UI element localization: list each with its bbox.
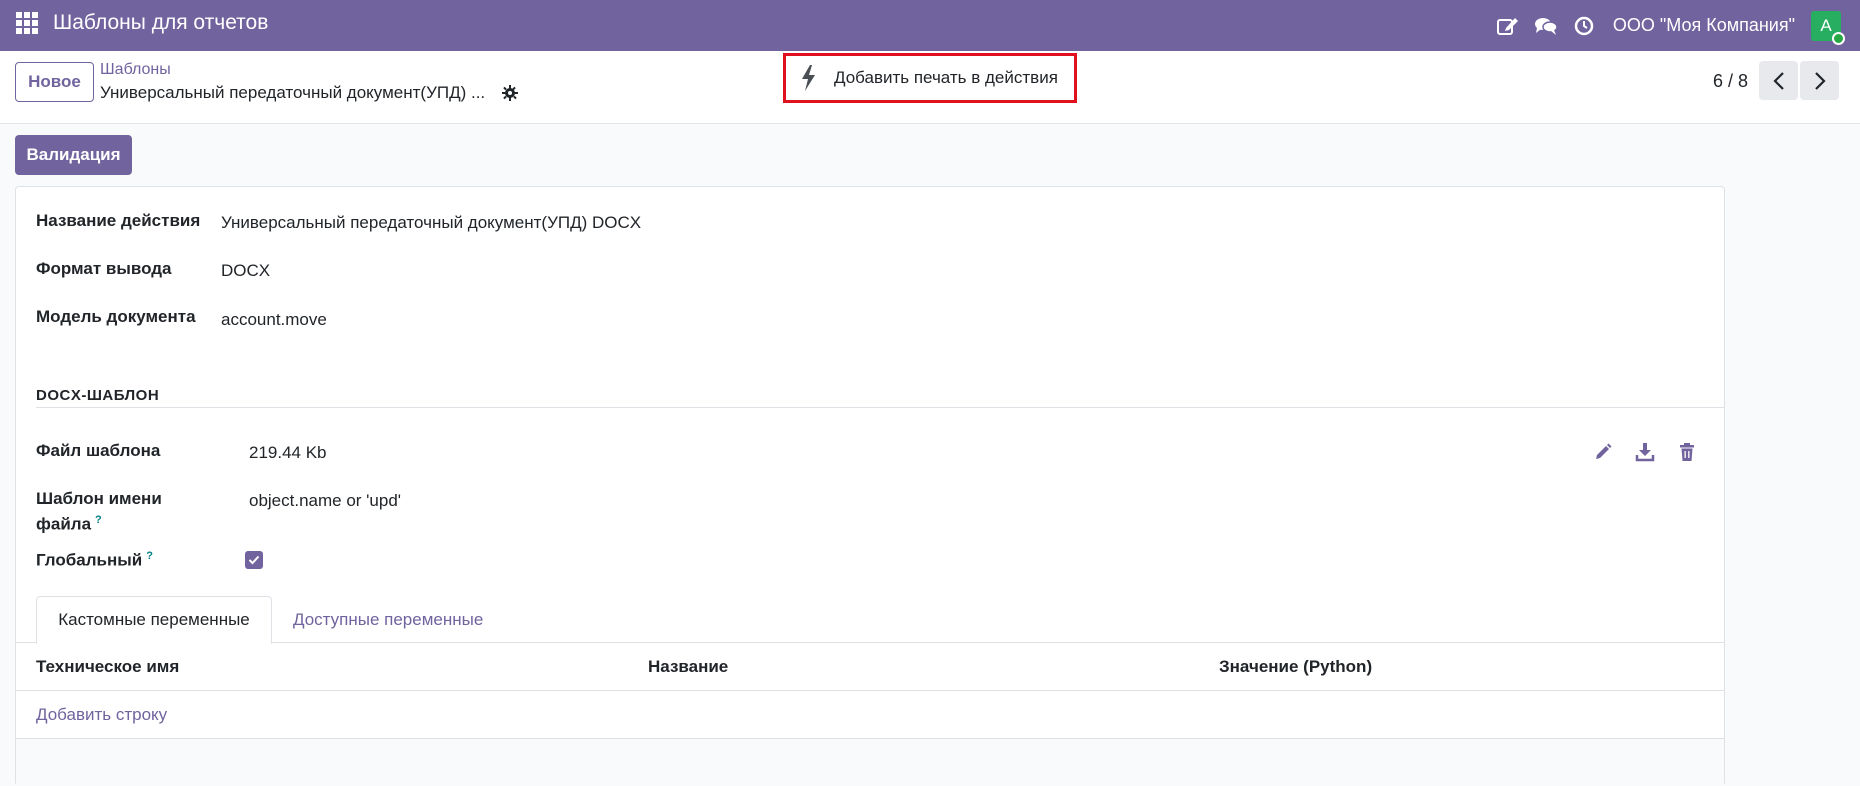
template-file-size: 219.44 Kb — [249, 443, 327, 462]
document-model-field[interactable]: account.move — [221, 310, 327, 330]
company-switcher[interactable]: ООО "Моя Компания" — [1613, 15, 1795, 36]
online-status-dot — [1832, 31, 1845, 45]
table-footer — [16, 739, 1724, 786]
checkmark-icon — [248, 555, 260, 565]
help-tooltip-icon[interactable]: ? — [146, 550, 153, 562]
user-avatar[interactable]: A — [1811, 10, 1845, 45]
new-button[interactable]: Новое — [15, 62, 94, 102]
navbar-systray: ООО "Моя Компания" A — [1495, 0, 1860, 51]
section-divider — [36, 407, 1724, 408]
global-label: Глобальный? — [36, 550, 153, 571]
filename-template-label: файла? — [36, 514, 102, 535]
docx-template-section-title: DOCX-ШАБЛОН — [36, 387, 160, 404]
output-format-field[interactable]: DOCX — [221, 261, 270, 281]
control-panel: Новое Шаблоны Универсальный передаточный… — [0, 51, 1860, 124]
notebook-tabs: Кастомные переменные Доступные переменны… — [16, 596, 1724, 644]
column-header-python-value[interactable]: Значение (Python) — [1219, 657, 1372, 677]
filename-template-label-line2: файла — [36, 514, 92, 534]
add-print-to-actions-button[interactable]: Добавить печать в действия — [783, 53, 1077, 103]
table-header: Техническое имя Название Значение (Pytho… — [16, 643, 1724, 691]
column-header-name[interactable]: Название — [648, 657, 728, 677]
chat-icon[interactable] — [1533, 13, 1559, 39]
action-name-label: Название действия — [36, 211, 201, 230]
pager-previous-button[interactable] — [1759, 61, 1798, 100]
validate-button[interactable]: Валидация — [15, 135, 132, 175]
help-tooltip-icon[interactable]: ? — [95, 514, 102, 526]
breadcrumb-templates[interactable]: Шаблоны — [100, 61, 171, 79]
gear-icon[interactable] — [502, 85, 518, 101]
trash-icon[interactable] — [1677, 442, 1697, 462]
filename-template-label-line1: Шаблон имени — [36, 489, 162, 508]
filename-template-field[interactable]: object.name or 'upd' — [249, 491, 401, 511]
form-sheet: Название действия Универсальный передато… — [15, 186, 1725, 786]
pager-value[interactable]: 6 / 8 — [1713, 71, 1748, 92]
download-icon[interactable] — [1635, 442, 1655, 462]
tab-available-variables[interactable]: Доступные переменные — [293, 596, 483, 644]
edit-icon[interactable] — [1495, 13, 1521, 39]
lightning-icon — [800, 65, 818, 91]
add-line-link[interactable]: Добавить строку — [36, 705, 167, 725]
global-checkbox[interactable] — [245, 551, 263, 569]
add-print-to-actions-label: Добавить печать в действия — [834, 68, 1058, 87]
pencil-icon[interactable] — [1593, 442, 1613, 462]
clock-icon[interactable] — [1571, 13, 1597, 39]
top-navbar: Шаблоны для отчетов ООО "Моя Компания" A — [0, 0, 1860, 51]
apps-grid-icon[interactable] — [16, 12, 38, 34]
chevron-left-icon — [1772, 71, 1784, 90]
record-title: Универсальный передаточный документ(УПД)… — [100, 83, 486, 102]
chevron-right-icon — [1814, 71, 1826, 90]
output-format-label: Формат вывода — [36, 259, 172, 278]
template-file-label: Файл шаблона — [36, 441, 161, 460]
column-header-technical-name[interactable]: Техническое имя — [36, 657, 179, 677]
app-title[interactable]: Шаблоны для отчетов — [53, 11, 268, 35]
tab-custom-variables[interactable]: Кастомные переменные — [36, 596, 272, 644]
document-model-label: Модель документа — [36, 307, 196, 326]
pager-next-button[interactable] — [1800, 61, 1839, 100]
global-label-text: Глобальный — [36, 550, 143, 570]
action-name-field[interactable]: Универсальный передаточный документ(УПД)… — [221, 213, 641, 233]
avatar-letter: A — [1820, 15, 1832, 35]
